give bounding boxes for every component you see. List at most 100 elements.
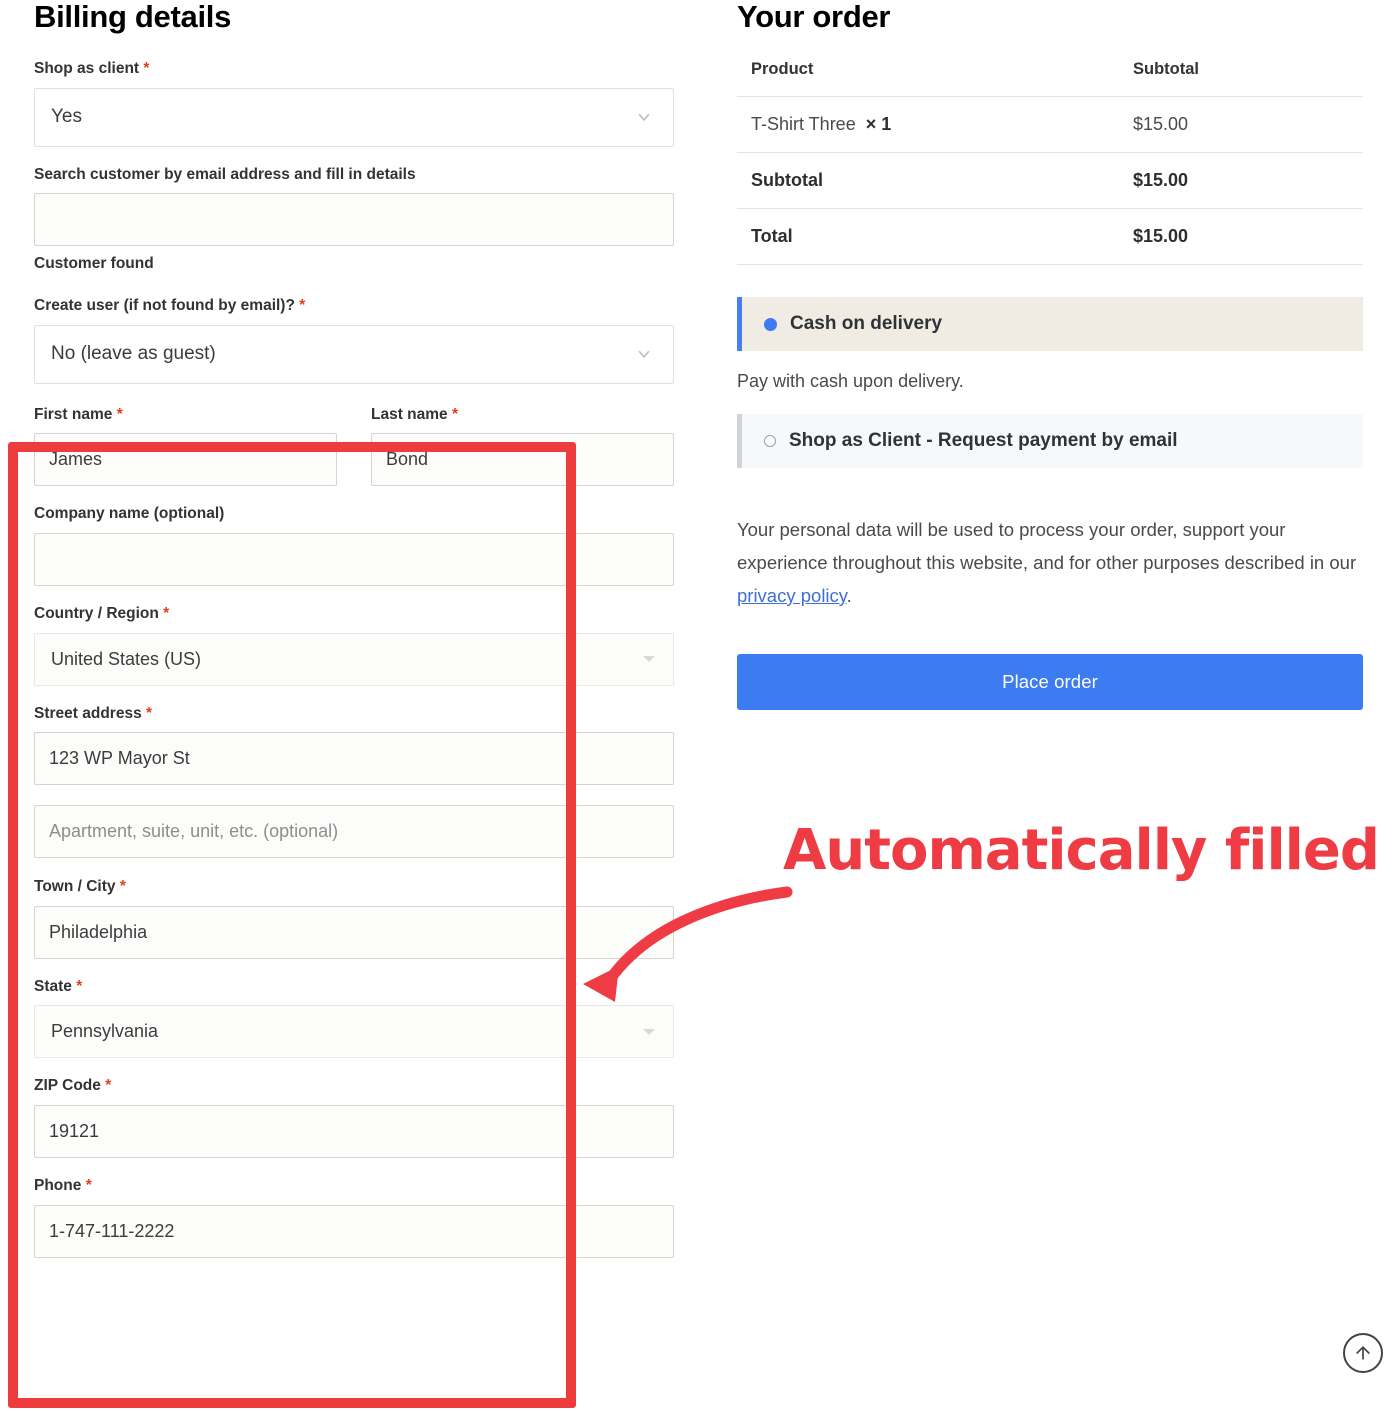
payment-method-shop-as-client[interactable]: Shop as Client - Request payment by emai… (737, 414, 1363, 469)
first-name-input[interactable] (34, 433, 337, 487)
caret-down-icon (643, 1028, 655, 1035)
label-text: Shop as client (34, 60, 140, 78)
your-order-column: Your order Product Subtotal T-Shirt Thre… (737, 0, 1363, 710)
label-street-address: Street address * (34, 705, 674, 724)
select-create-user[interactable]: No (leave as guest) (34, 324, 674, 384)
payment-method-label: Shop as Client - Request payment by emai… (789, 430, 1178, 452)
order-table-head: Product Subtotal (737, 60, 1363, 98)
total-label: Total (737, 208, 1133, 266)
label-country-region: Country / Region * (34, 605, 674, 624)
select-shop-as-client[interactable]: Yes (34, 87, 674, 147)
field-company-name: Company name (optional) (34, 505, 674, 587)
field-town-city: Town / City * (34, 878, 674, 959)
column-header-product: Product (737, 60, 1133, 98)
name-row: First name * Last name * (34, 406, 674, 506)
required-marker: * (76, 977, 83, 995)
total-amount: $15.00 (1133, 208, 1363, 266)
company-name-input[interactable] (34, 533, 674, 587)
table-row-total: Total $15.00 (737, 208, 1363, 266)
required-marker: * (146, 704, 153, 722)
order-item-amount: $15.00 (1133, 96, 1363, 154)
select-shop-as-client-value: Yes (51, 106, 82, 128)
search-customer-input[interactable] (34, 193, 674, 247)
column-header-subtotal: Subtotal (1133, 60, 1363, 98)
order-item-name-cell: T-Shirt Three × 1 (737, 96, 1133, 154)
payment-method-label: Cash on delivery (790, 313, 943, 335)
order-table-header-row: Product Subtotal (737, 60, 1363, 98)
chevron-down-icon (635, 345, 653, 363)
order-item-qty-value: 1 (881, 114, 892, 135)
privacy-policy-text: Your personal data will be used to proce… (737, 514, 1362, 613)
caret-down-icon (643, 656, 655, 663)
required-marker: * (451, 405, 459, 423)
payment-method-cash-on-delivery[interactable]: Cash on delivery (737, 297, 1363, 352)
payment-method-description: Pay with cash upon delivery. (737, 371, 964, 392)
label-text: Town / City (34, 878, 116, 896)
required-marker: * (163, 605, 170, 623)
label-first-name: First name * (34, 406, 337, 425)
order-item-quantity: × 1 (861, 114, 892, 134)
table-row-subtotal: Subtotal $15.00 (737, 152, 1363, 210)
select-state[interactable]: Pennsylvania (34, 1005, 674, 1059)
last-name-input[interactable] (371, 433, 674, 487)
label-text: Street address (34, 704, 142, 722)
payment-methods-list: Cash on delivery Pay with cash upon deli… (737, 297, 1363, 469)
field-shop-as-client: Shop as client * Yes (34, 60, 674, 147)
select-country-region[interactable]: United States (US) (34, 632, 674, 686)
annotation-label: Automatically filled (783, 818, 1380, 883)
label-text: Create user (if not found by email)? (34, 297, 295, 315)
privacy-text-before: Your personal data will be used to proce… (737, 519, 1357, 574)
label-search-customer: Search customer by email address and fil… (34, 165, 416, 183)
privacy-text-after: . (846, 584, 852, 606)
field-search-customer: Search customer by email address and fil… (34, 166, 674, 274)
label-text: ZIP Code (34, 1077, 101, 1095)
order-review-table: Product Subtotal T-Shirt Three × 1 $15.0… (737, 60, 1363, 266)
billing-details-heading: Billing details (34, 0, 232, 34)
required-marker: * (299, 297, 306, 315)
label-create-user: Create user (if not found by email)? * (34, 297, 674, 316)
subtotal-amount: $15.00 (1133, 152, 1363, 210)
field-first-name: First name * (34, 406, 337, 487)
label-company-name: Company name (optional) (34, 505, 225, 523)
required-marker: * (85, 1177, 92, 1195)
select-create-user-value: No (leave as guest) (51, 343, 216, 365)
zip-code-input[interactable] (34, 1105, 674, 1159)
order-table-body: T-Shirt Three × 1 $15.00 Subtotal $15.00… (737, 96, 1363, 266)
subtotal-label: Subtotal (737, 152, 1133, 210)
label-phone: Phone * (34, 1177, 674, 1196)
field-create-user: Create user (if not found by email)? * N… (34, 297, 674, 384)
town-city-input[interactable] (34, 905, 674, 959)
select-country-region-value: United States (US) (51, 648, 202, 669)
label-text: Phone (34, 1177, 82, 1195)
required-marker: * (143, 60, 150, 78)
label-text: First name (34, 405, 113, 423)
street-address-2-input[interactable] (34, 805, 674, 859)
label-text: Country / Region (34, 605, 159, 623)
field-state: State * Pennsylvania (34, 978, 674, 1059)
label-last-name: Last name * (371, 406, 674, 425)
field-zip-code: ZIP Code * (34, 1077, 674, 1159)
arrow-up-icon (1356, 1346, 1370, 1360)
required-marker: * (119, 878, 126, 896)
chevron-down-icon (635, 108, 653, 126)
privacy-policy-link[interactable]: privacy policy (737, 585, 847, 606)
label-zip-code: ZIP Code * (34, 1077, 674, 1096)
street-address-input[interactable] (34, 732, 674, 786)
field-last-name: Last name * (371, 406, 674, 487)
field-country-region: Country / Region * United States (US) (34, 605, 674, 686)
required-marker: * (105, 1077, 112, 1095)
label-text: Last name (371, 405, 448, 423)
select-state-value: Pennsylvania (51, 1021, 159, 1042)
label-shop-as-client: Shop as client * (34, 60, 674, 79)
field-phone: Phone * (34, 1177, 674, 1258)
radio-selected-icon[interactable] (764, 317, 777, 331)
place-order-button[interactable]: Place order (737, 653, 1363, 710)
radio-unselected-icon[interactable] (764, 435, 776, 448)
billing-details-column: Billing details Shop as client * Yes Sea… (34, 0, 674, 1277)
order-item-name: T-Shirt Three (751, 114, 856, 135)
label-text: State (34, 977, 72, 995)
scroll-to-top-button[interactable] (1343, 1333, 1383, 1373)
label-town-city: Town / City * (34, 878, 674, 897)
multiply-symbol: × (865, 114, 877, 135)
phone-input[interactable] (34, 1204, 674, 1258)
